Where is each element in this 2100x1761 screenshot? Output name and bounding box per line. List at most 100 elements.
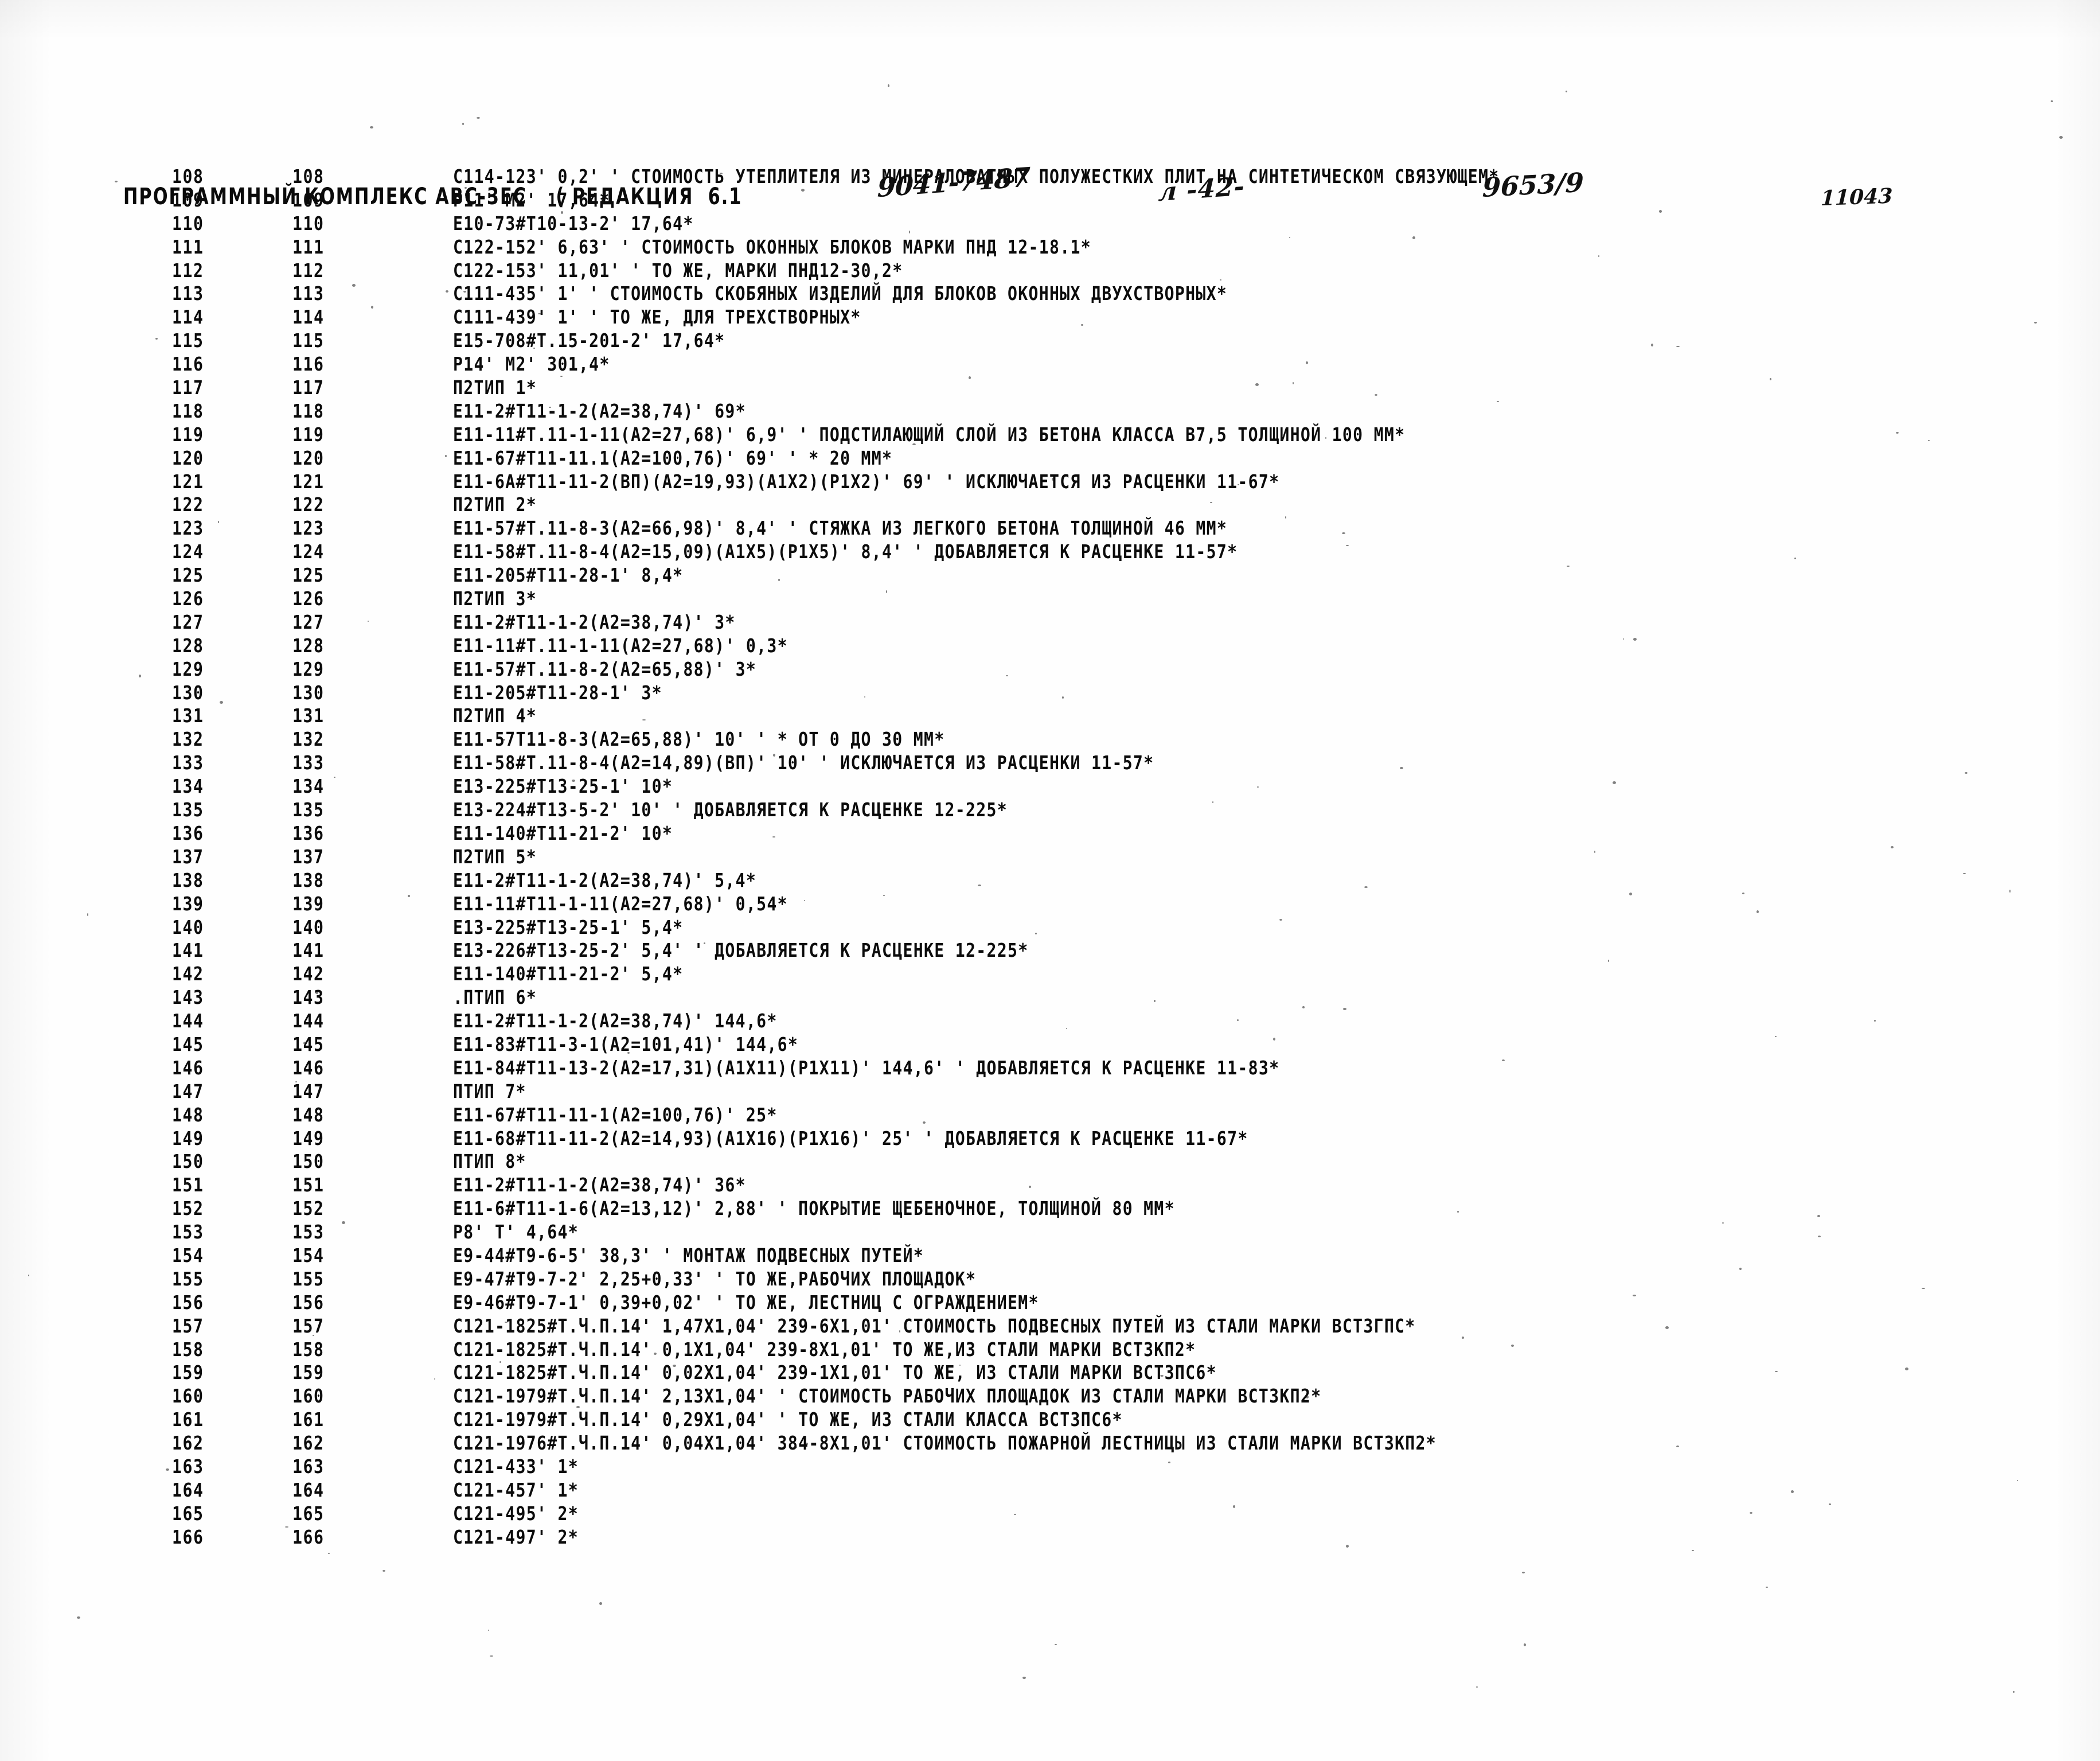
row-source-text: C121-1825#T.Ч.П.14' 0,02X1,04' 239-1X1,0… [453,1361,1217,1384]
listing-row: 110 110 E10-73#T10-13-2' 17,64* [0,212,2100,236]
scan-speck [445,455,447,457]
page-header: ПРОГРАММНЫЙ КОМПЛЕКС АВС-3ЕС ( РЕДАКЦИЯ … [0,86,2100,211]
scan-speck [1874,1020,1876,1022]
scan-speck [370,126,373,128]
listing-row: 108 108 C114-123' 0,2' ' СТОИМОСТЬ УТЕПЛИТ… [0,165,2100,189]
scan-speck [804,900,805,901]
scan-speck [1168,1462,1170,1463]
row-source-text: C121-433' 1* [453,1455,579,1478]
row-source-text: E11-11#T11-1-11(A2=27,68)' 0,54* [453,892,788,915]
scan-speck [1055,1644,1057,1645]
scan-speck [1302,1006,1305,1008]
listing-row: 156 156 E9-46#T9-7-1' 0,39+0,02' ' ТО ЖЕ, … [0,1291,2100,1315]
listing-row: 134 134 E13-225#T13-25-1' 10* [0,775,2100,798]
row-line-number: 155 [292,1267,325,1290]
row-sequence-number: 119 [172,423,204,446]
row-source-text: П2ТИП 2* [453,493,537,516]
row-sequence-number: 164 [172,1478,204,1501]
scan-speck [758,247,759,249]
row-line-number: 115 [292,329,325,352]
row-source-text: .ПТИП 6* [453,986,537,1008]
row-line-number: 163 [292,1455,325,1478]
row-sequence-number: 156 [172,1291,204,1314]
row-source-text: P11' M2' 17,64* [453,188,610,211]
row-line-number: 126 [292,587,325,610]
row-line-number: 156 [292,1291,325,1314]
row-source-text: E11-57#T.11-8-2(A2=65,88)' 3* [453,657,757,680]
row-source-text: E11-11#T.11-1-11(A2=27,68)' 6,9' ' ПОДСТ… [453,423,1406,446]
row-source-text: C121-497' 2* [453,1525,579,1548]
scan-speck [533,348,535,349]
scan-speck [1633,1295,1636,1296]
row-sequence-number: 152 [172,1197,204,1220]
scan-speck [1928,440,1930,441]
scan-speck [760,808,762,811]
row-line-number: 147 [292,1080,325,1102]
row-sequence-number: 111 [172,235,204,258]
row-line-number: 148 [292,1103,325,1126]
scan-speck [1742,893,1744,894]
row-line-number: 122 [292,493,325,516]
scan-speck [1285,516,1286,519]
row-sequence-number: 125 [172,564,204,586]
listing-row: 141 141 E13-226#T13-25-2' 5,4' ' ДОБАВЛЯЕТ… [0,939,2100,963]
listing-row: 149 149 E11-68#T11-11-2(A2=14,93)(A1X16)(P… [0,1127,2100,1151]
row-sequence-number: 154 [172,1244,204,1267]
scan-speck [499,1361,501,1363]
listing-row: 166 166 C121-497' 2* [0,1526,2100,1549]
scan-speck [382,1570,385,1572]
scan-speck [352,284,356,287]
scan-speck [1364,886,1368,888]
row-source-text: E11-2#T11-1-2(A2=38,74)' 5,4* [453,868,757,891]
scan-speck [1346,545,1349,546]
scan-speck [303,1042,307,1045]
scan-speck [983,1321,986,1323]
scan-speck [1412,236,1415,239]
listing-row: 140 140 E13-225#T13-25-1' 5,4* [0,916,2100,940]
row-source-text: E11-83#T11-3-1(A2=101,41)' 144,6* [453,1033,799,1055]
scan-speck [560,376,563,377]
row-line-number: 121 [292,470,325,493]
scan-speck [1257,786,1259,788]
scan-speck [1566,91,1567,92]
scan-speck [1629,893,1632,895]
row-source-text: E11-68#T11-11-2(A2=14,93)(A1X16)(P1X16)'… [453,1127,1248,1150]
row-source-text: E11-205#T11-28-1' 8,4* [453,564,684,586]
scan-speck [1794,558,1796,559]
row-source-text: E13-226#T13-25-2' 5,4' ' ДОБАВЛЯЕТСЯ К Р… [453,939,1029,962]
row-source-text: E13-225#T13-25-1' 10* [453,775,673,797]
row-sequence-number: 150 [172,1150,204,1173]
row-line-number: 154 [292,1244,325,1267]
listing-row: 127 127 E11-2#T11-1-2(A2=38,74)' 3* [0,611,2100,634]
row-line-number: 140 [292,915,325,938]
scan-speck [1775,1036,1777,1037]
row-sequence-number: 137 [172,845,204,868]
listing-row: 154 154 E9-44#T9-6-5' 38,3' ' МОНТАЖ ПОДВЕ… [0,1244,2100,1268]
scan-speck [1497,401,1499,402]
scan-speck [1325,437,1326,439]
scan-speck [328,1553,330,1554]
listing-row: 162 162 C121-1976#T.Ч.П.14' 0,04X1,04' 384… [0,1432,2100,1455]
scan-speck [1750,1512,1752,1514]
scan-speck [1791,1490,1794,1493]
row-source-text: E9-46#T9-7-1' 0,39+0,02' ' ТО ЖЕ, ЛЕСТНИ… [453,1291,1039,1314]
row-sequence-number: 135 [172,798,204,821]
scan-speck [315,992,318,994]
row-line-number: 123 [292,517,325,540]
listing-row: 150 150 ПТИП 8* [0,1150,2100,1174]
scan-speck [1739,1268,1742,1270]
scan-speck [864,696,865,698]
row-source-text: E11-57#T.11-8-3(A2=66,98)' 8,4' ' СТЯЖКА… [453,517,1228,540]
scan-speck [1570,184,1573,185]
scan-speck [1775,1371,1778,1372]
row-sequence-number: 138 [172,868,204,891]
scan-speck [1818,1236,1821,1237]
scan-speck [477,117,480,119]
row-sequence-number: 148 [172,1103,204,1126]
row-line-number: 145 [292,1033,325,1055]
scan-speck [1154,1000,1156,1002]
row-line-number: 158 [292,1338,325,1361]
listing-row: 137 137 П2ТИП 5* [0,846,2100,869]
scan-speck [2034,322,2037,324]
row-source-text: C122-153' 11,01' ' ТО ЖЕ, МАРКИ ПНД12-30… [453,259,903,282]
